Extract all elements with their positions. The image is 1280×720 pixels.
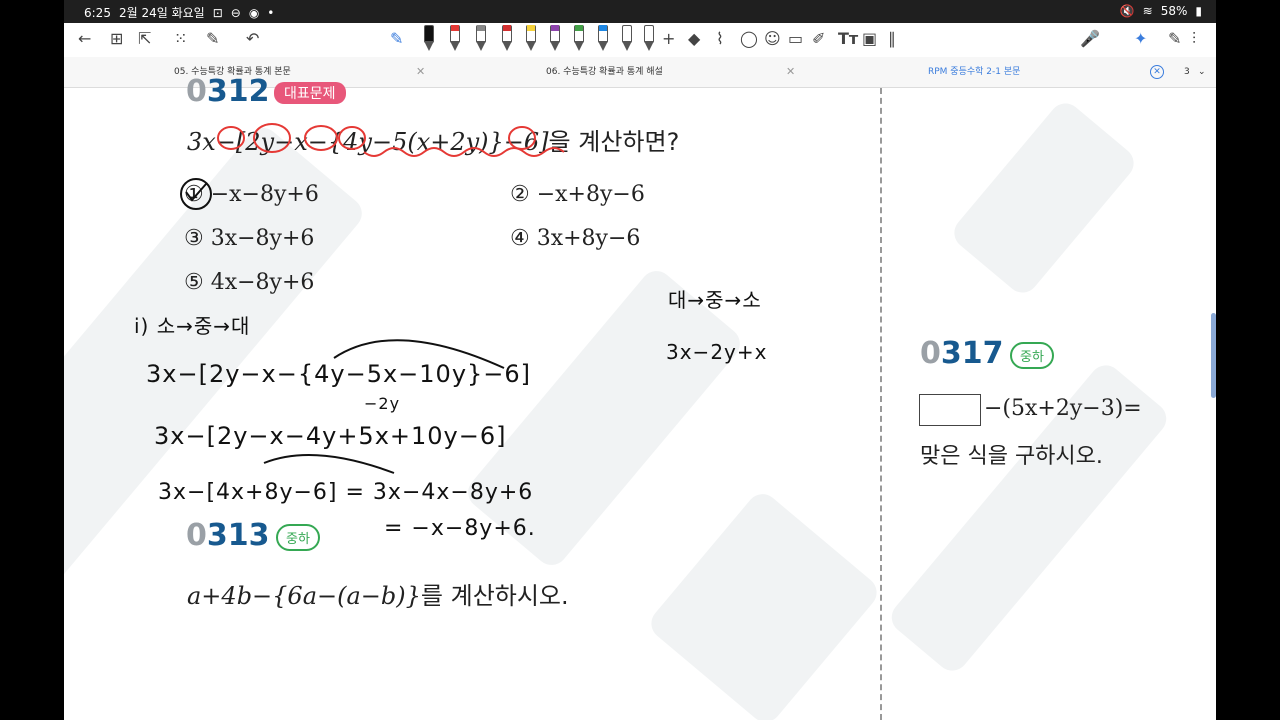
wifi-icon: ≋ bbox=[1142, 4, 1153, 18]
pen-red-2[interactable] bbox=[500, 23, 512, 53]
text-icon[interactable]: Tт bbox=[838, 29, 858, 49]
selected-mark bbox=[180, 178, 212, 210]
ai-sparkle-icon[interactable]: ✦ bbox=[1134, 29, 1147, 49]
option-3[interactable]: ③ 3x−8y+6 bbox=[184, 226, 314, 251]
undo-icon[interactable]: ↶ bbox=[246, 29, 259, 49]
back-icon[interactable]: ← bbox=[78, 29, 91, 49]
close-icon[interactable]: ✕ bbox=[1150, 65, 1164, 79]
status-bar: 6:25 2월 24일 화요일 ⊡ ⊖ ◉ • 🔇 ≋ 58% ▮ bbox=[64, 0, 1216, 23]
sticker-icon[interactable]: ☺ bbox=[764, 29, 781, 49]
grid-view-icon[interactable]: ⊞ bbox=[110, 29, 123, 49]
handwriting-note: 대→중→소 bbox=[668, 288, 762, 312]
pen-mode-icon[interactable]: ✎ bbox=[390, 29, 403, 49]
tab-label: RPM 중등수학 2-1 본문 bbox=[928, 67, 1021, 77]
tab-3-active[interactable]: RPM 중등수학 2-1 본문 bbox=[928, 57, 1020, 87]
pen-purple[interactable] bbox=[548, 23, 560, 53]
record-icon: ◉ bbox=[248, 5, 260, 20]
status-time: 6:25 bbox=[84, 5, 111, 20]
dot-icon: • bbox=[267, 5, 275, 20]
pen-yellow[interactable] bbox=[524, 23, 536, 53]
watermark-shape bbox=[947, 96, 1141, 300]
handwriting-arcs bbox=[263, 339, 505, 474]
note-icon[interactable]: ▭ bbox=[788, 29, 803, 49]
problem-text: 맞은 식을 구하시오. bbox=[920, 444, 1103, 469]
question-number: 0312 bbox=[186, 74, 270, 109]
tab-label: 06. 수능특강 확률과 통계 해설 bbox=[546, 67, 663, 77]
mute-icon: 🔇 bbox=[1119, 4, 1135, 18]
edit-menu-icon[interactable]: ✎ bbox=[1168, 29, 1181, 49]
answer-box bbox=[919, 394, 981, 426]
pen-green[interactable] bbox=[572, 23, 584, 53]
option-5[interactable]: ⑤ 4x−8y+6 bbox=[184, 270, 314, 295]
chevron-down-icon[interactable]: ⌄ bbox=[1198, 57, 1206, 87]
page-scrollbar[interactable] bbox=[1211, 313, 1216, 398]
close-icon[interactable]: ✕ bbox=[786, 65, 795, 78]
pen-white[interactable] bbox=[620, 23, 632, 53]
problem-text: a+4b−{6a−(a−b)}를 계산하시오. bbox=[187, 582, 569, 610]
red-annotations bbox=[217, 123, 565, 157]
minus-circle-icon: ⊖ bbox=[230, 5, 241, 20]
problem-text: −(5x+2y−3)= bbox=[984, 396, 1142, 421]
difficulty-badge: 중하 bbox=[1010, 342, 1054, 369]
mic-icon[interactable]: 🎤 bbox=[1080, 29, 1100, 49]
more-icon[interactable]: ⫶ bbox=[1192, 29, 1196, 49]
add-pen-icon[interactable]: + bbox=[662, 29, 675, 49]
pen-red[interactable] bbox=[448, 23, 460, 53]
status-date: 2월 24일 화요일 bbox=[118, 6, 205, 20]
watermark-shape bbox=[644, 487, 884, 720]
tablet-screen: 6:25 2월 24일 화요일 ⊡ ⊖ ◉ • 🔇 ≋ 58% ▮ ← ⊞ ⇱ … bbox=[64, 0, 1216, 720]
comment-icon[interactable]: ◯ bbox=[740, 29, 758, 49]
toolbar: ← ⊞ ⇱ ⁙ ✎ ↶ ✎ + ◆ ⌇ ◯ ☺ ▭ ✐ Tт ▣ ∥ 🎤 ✦ ✎… bbox=[64, 23, 1216, 58]
close-icon[interactable]: ✕ bbox=[416, 65, 425, 78]
option-2[interactable]: ② −x+8y−6 bbox=[510, 182, 645, 207]
screenshot-icon: ⊡ bbox=[212, 5, 223, 20]
handwriting-line: = −x−8y+6. bbox=[384, 516, 536, 541]
document-page[interactable]: 0312 대표문제 3x−[2y−x−{4y−5(x+2y)}−6]을 계산하면… bbox=[64, 74, 1216, 720]
apps-icon[interactable]: ⁙ bbox=[174, 29, 187, 49]
pen-black[interactable] bbox=[422, 23, 434, 53]
battery-icon: ▮ bbox=[1195, 4, 1202, 18]
difficulty-badge: 중하 bbox=[276, 524, 320, 551]
pen-white-2[interactable] bbox=[642, 23, 654, 53]
lasso-icon[interactable]: ⌇ bbox=[716, 29, 724, 49]
edit-off-icon[interactable]: ✎ bbox=[206, 29, 219, 49]
battery-text: 58% bbox=[1160, 4, 1188, 18]
question-number: 0313 bbox=[186, 518, 270, 553]
export-icon[interactable]: ⇱ bbox=[138, 29, 151, 49]
page-divider bbox=[880, 88, 882, 720]
tab-count[interactable]: 3 bbox=[1184, 57, 1190, 87]
option-4[interactable]: ④ 3x+8y−6 bbox=[510, 226, 640, 251]
pause-icon[interactable]: ∥ bbox=[888, 29, 896, 49]
highlighter-icon[interactable]: ✐ bbox=[812, 29, 825, 49]
pen-gray[interactable] bbox=[474, 23, 486, 53]
eraser-icon[interactable]: ◆ bbox=[688, 29, 700, 49]
question-number: 0317 bbox=[920, 336, 1004, 371]
tab-2[interactable]: 06. 수능특강 확률과 통계 해설 bbox=[546, 57, 663, 87]
image-icon[interactable]: ▣ bbox=[862, 29, 877, 49]
handwriting-note: 3x−2y+x bbox=[666, 340, 768, 364]
pen-blue[interactable] bbox=[596, 23, 608, 53]
badge: 대표문제 bbox=[274, 82, 346, 104]
